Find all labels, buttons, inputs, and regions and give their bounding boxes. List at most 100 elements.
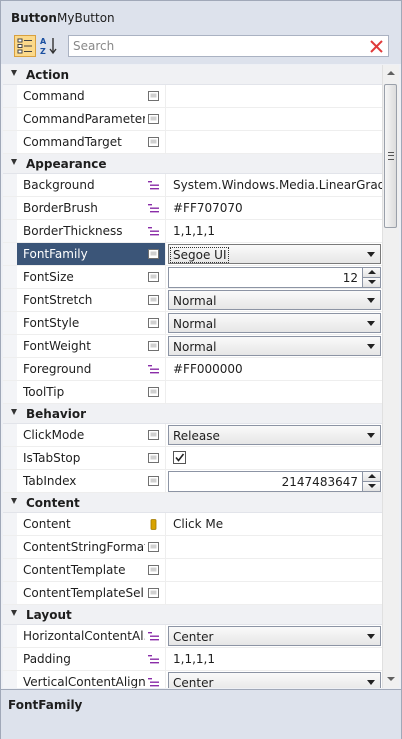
stepper-up-arrow-icon[interactable] xyxy=(363,268,380,278)
property-value-cell[interactable]: Click Me xyxy=(165,513,382,535)
collapse-arrow-icon[interactable] xyxy=(11,159,17,165)
property-row-padding[interactable]: Padding 1,1,1,1 xyxy=(3,648,382,671)
resource-marker-icon[interactable] xyxy=(148,654,159,665)
property-row-command[interactable]: Command xyxy=(3,85,382,108)
property-name[interactable]: ContentTemplateSel... xyxy=(23,586,145,600)
collapse-arrow-icon[interactable] xyxy=(11,610,17,616)
category-content[interactable]: Content xyxy=(3,493,382,513)
property-value-cell[interactable]: Normal xyxy=(165,312,382,334)
property-value-cell[interactable]: Center xyxy=(165,671,382,688)
clear-x-icon[interactable] xyxy=(368,38,385,55)
default-value-marker-icon[interactable] xyxy=(148,430,159,441)
stepper-down-arrow-icon[interactable] xyxy=(363,482,380,491)
property-name[interactable]: ToolTip xyxy=(23,385,145,399)
numeric-stepper[interactable]: 2147483647 xyxy=(168,471,381,492)
search-box[interactable] xyxy=(68,35,389,57)
value-checkbox[interactable] xyxy=(173,451,186,464)
default-value-marker-icon[interactable] xyxy=(148,114,159,125)
vertical-scrollbar[interactable] xyxy=(382,65,399,688)
collapse-arrow-icon[interactable] xyxy=(11,70,17,76)
property-row-commandparameter[interactable]: CommandParameter xyxy=(3,108,382,131)
category-layout[interactable]: Layout xyxy=(3,605,382,625)
scroll-up-arrow-icon[interactable] xyxy=(383,65,399,82)
resource-marker-icon[interactable] xyxy=(148,180,159,191)
property-value-cell[interactable] xyxy=(165,131,382,153)
property-value-cell[interactable]: 1,1,1,1 xyxy=(165,220,382,242)
value-text[interactable]: #FF707070 xyxy=(173,201,243,215)
property-name[interactable]: TabIndex xyxy=(23,474,145,488)
scroll-down-arrow-icon[interactable] xyxy=(383,671,399,688)
local-value-marker-icon[interactable] xyxy=(148,519,159,530)
resource-marker-icon[interactable] xyxy=(148,631,159,642)
property-value-cell[interactable] xyxy=(165,381,382,403)
property-value-cell[interactable]: #FF000000 xyxy=(165,358,382,380)
value-dropdown[interactable]: Normal xyxy=(168,290,381,310)
property-name[interactable]: VerticalContentAlign... xyxy=(23,675,145,688)
property-row-contentstringformat[interactable]: ContentStringFormat xyxy=(3,536,382,559)
property-row-contenttemplate[interactable]: ContentTemplate xyxy=(3,559,382,582)
default-value-marker-icon[interactable] xyxy=(148,542,159,553)
value-dropdown[interactable]: Release xyxy=(168,425,381,445)
property-name[interactable]: ContentStringFormat xyxy=(23,540,145,554)
property-value-cell[interactable]: 12 xyxy=(165,266,382,288)
property-name[interactable]: FontSize xyxy=(23,270,145,284)
collapse-arrow-icon[interactable] xyxy=(11,409,17,415)
default-value-marker-icon[interactable] xyxy=(148,272,159,283)
sort-alphabetical-button[interactable]: A Z xyxy=(38,35,60,57)
category-action[interactable]: Action xyxy=(3,65,382,85)
default-value-marker-icon[interactable] xyxy=(148,249,159,260)
property-name[interactable]: Command xyxy=(23,89,145,103)
default-value-marker-icon[interactable] xyxy=(148,91,159,102)
property-name[interactable]: FontStretch xyxy=(23,293,145,307)
property-row-clickmode[interactable]: ClickMode Release xyxy=(3,424,382,447)
dropdown-arrow-icon[interactable] xyxy=(367,433,375,438)
resource-marker-icon[interactable] xyxy=(148,677,159,688)
numeric-stepper[interactable]: 12 xyxy=(168,267,381,288)
default-value-marker-icon[interactable] xyxy=(148,476,159,487)
property-row-background[interactable]: Background System.Windows.Media.LinearGra… xyxy=(3,174,399,197)
value-text[interactable]: Click Me xyxy=(173,517,223,531)
property-value-cell[interactable]: 1,1,1,1 xyxy=(165,648,382,670)
property-name[interactable]: Padding xyxy=(23,652,145,666)
property-row-istabstop[interactable]: IsTabStop xyxy=(3,447,382,470)
default-value-marker-icon[interactable] xyxy=(148,588,159,599)
resource-marker-icon[interactable] xyxy=(148,203,159,214)
stepper-value[interactable]: 2147483647 xyxy=(282,475,358,489)
dropdown-arrow-icon[interactable] xyxy=(367,634,375,639)
property-value-cell[interactable]: Center xyxy=(165,625,382,647)
value-dropdown[interactable]: Center xyxy=(168,626,381,646)
dropdown-arrow-icon[interactable] xyxy=(367,680,375,685)
property-row-fontsize[interactable]: FontSize 12 xyxy=(3,266,382,289)
dropdown-arrow-icon[interactable] xyxy=(367,252,375,257)
property-row-borderbrush[interactable]: BorderBrush #FF707070 xyxy=(3,197,382,220)
property-row-horizontalcontental[interactable]: HorizontalContentAl... Center xyxy=(3,625,382,648)
value-text[interactable]: 1,1,1,1 xyxy=(173,652,215,666)
property-value-cell[interactable] xyxy=(165,582,382,604)
property-row-contenttemplatesel[interactable]: ContentTemplateSel... xyxy=(3,582,382,605)
value-dropdown[interactable]: Normal xyxy=(168,336,381,356)
default-value-marker-icon[interactable] xyxy=(148,341,159,352)
default-value-marker-icon[interactable] xyxy=(148,565,159,576)
property-row-fontstretch[interactable]: FontStretch Normal xyxy=(3,289,382,312)
property-row-fontweight[interactable]: FontWeight Normal xyxy=(3,335,382,358)
category-appearance[interactable]: Appearance xyxy=(3,154,382,174)
property-row-commandtarget[interactable]: CommandTarget xyxy=(3,131,382,154)
value-text[interactable]: #FF000000 xyxy=(173,362,243,376)
property-name[interactable]: FontWeight xyxy=(23,339,145,353)
resource-marker-icon[interactable] xyxy=(148,226,159,237)
category-behavior[interactable]: Behavior xyxy=(3,404,382,424)
stepper-value[interactable]: 12 xyxy=(343,271,358,285)
property-value-cell[interactable] xyxy=(165,85,382,107)
property-name[interactable]: CommandTarget xyxy=(23,135,145,149)
property-name[interactable]: Content xyxy=(23,517,145,531)
property-name[interactable]: Foreground xyxy=(23,362,145,376)
property-row-verticalcontentalign[interactable]: VerticalContentAlign... Center xyxy=(3,671,382,688)
property-row-fontstyle[interactable]: FontStyle Normal xyxy=(3,312,382,335)
property-name[interactable]: Background xyxy=(23,178,145,192)
property-value-cell[interactable]: Release xyxy=(165,424,382,446)
default-value-marker-icon[interactable] xyxy=(148,295,159,306)
property-name[interactable]: ClickMode xyxy=(23,428,145,442)
stepper-down-arrow-icon[interactable] xyxy=(363,278,380,287)
stepper-up-arrow-icon[interactable] xyxy=(363,472,380,482)
property-name[interactable]: HorizontalContentAl... xyxy=(23,629,145,643)
